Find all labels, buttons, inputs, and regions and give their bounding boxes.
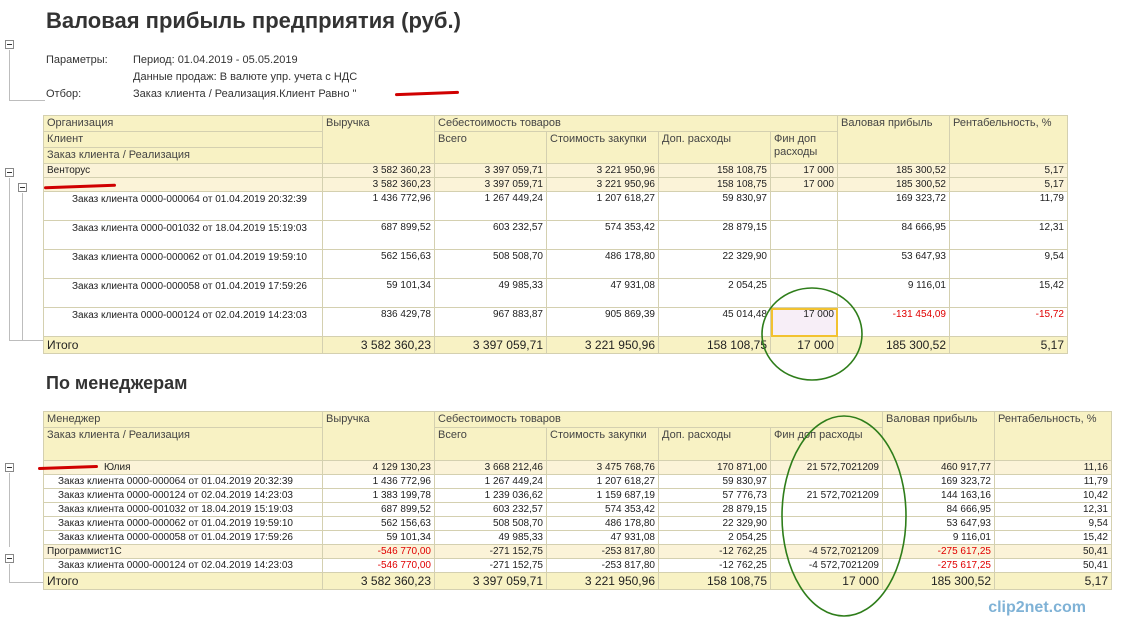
- annotation-circle: [781, 415, 907, 617]
- annotation-overlay: [761, 287, 907, 617]
- watermark-logo: clip2net.com: [988, 599, 1086, 616]
- annotation-circle: [761, 287, 863, 381]
